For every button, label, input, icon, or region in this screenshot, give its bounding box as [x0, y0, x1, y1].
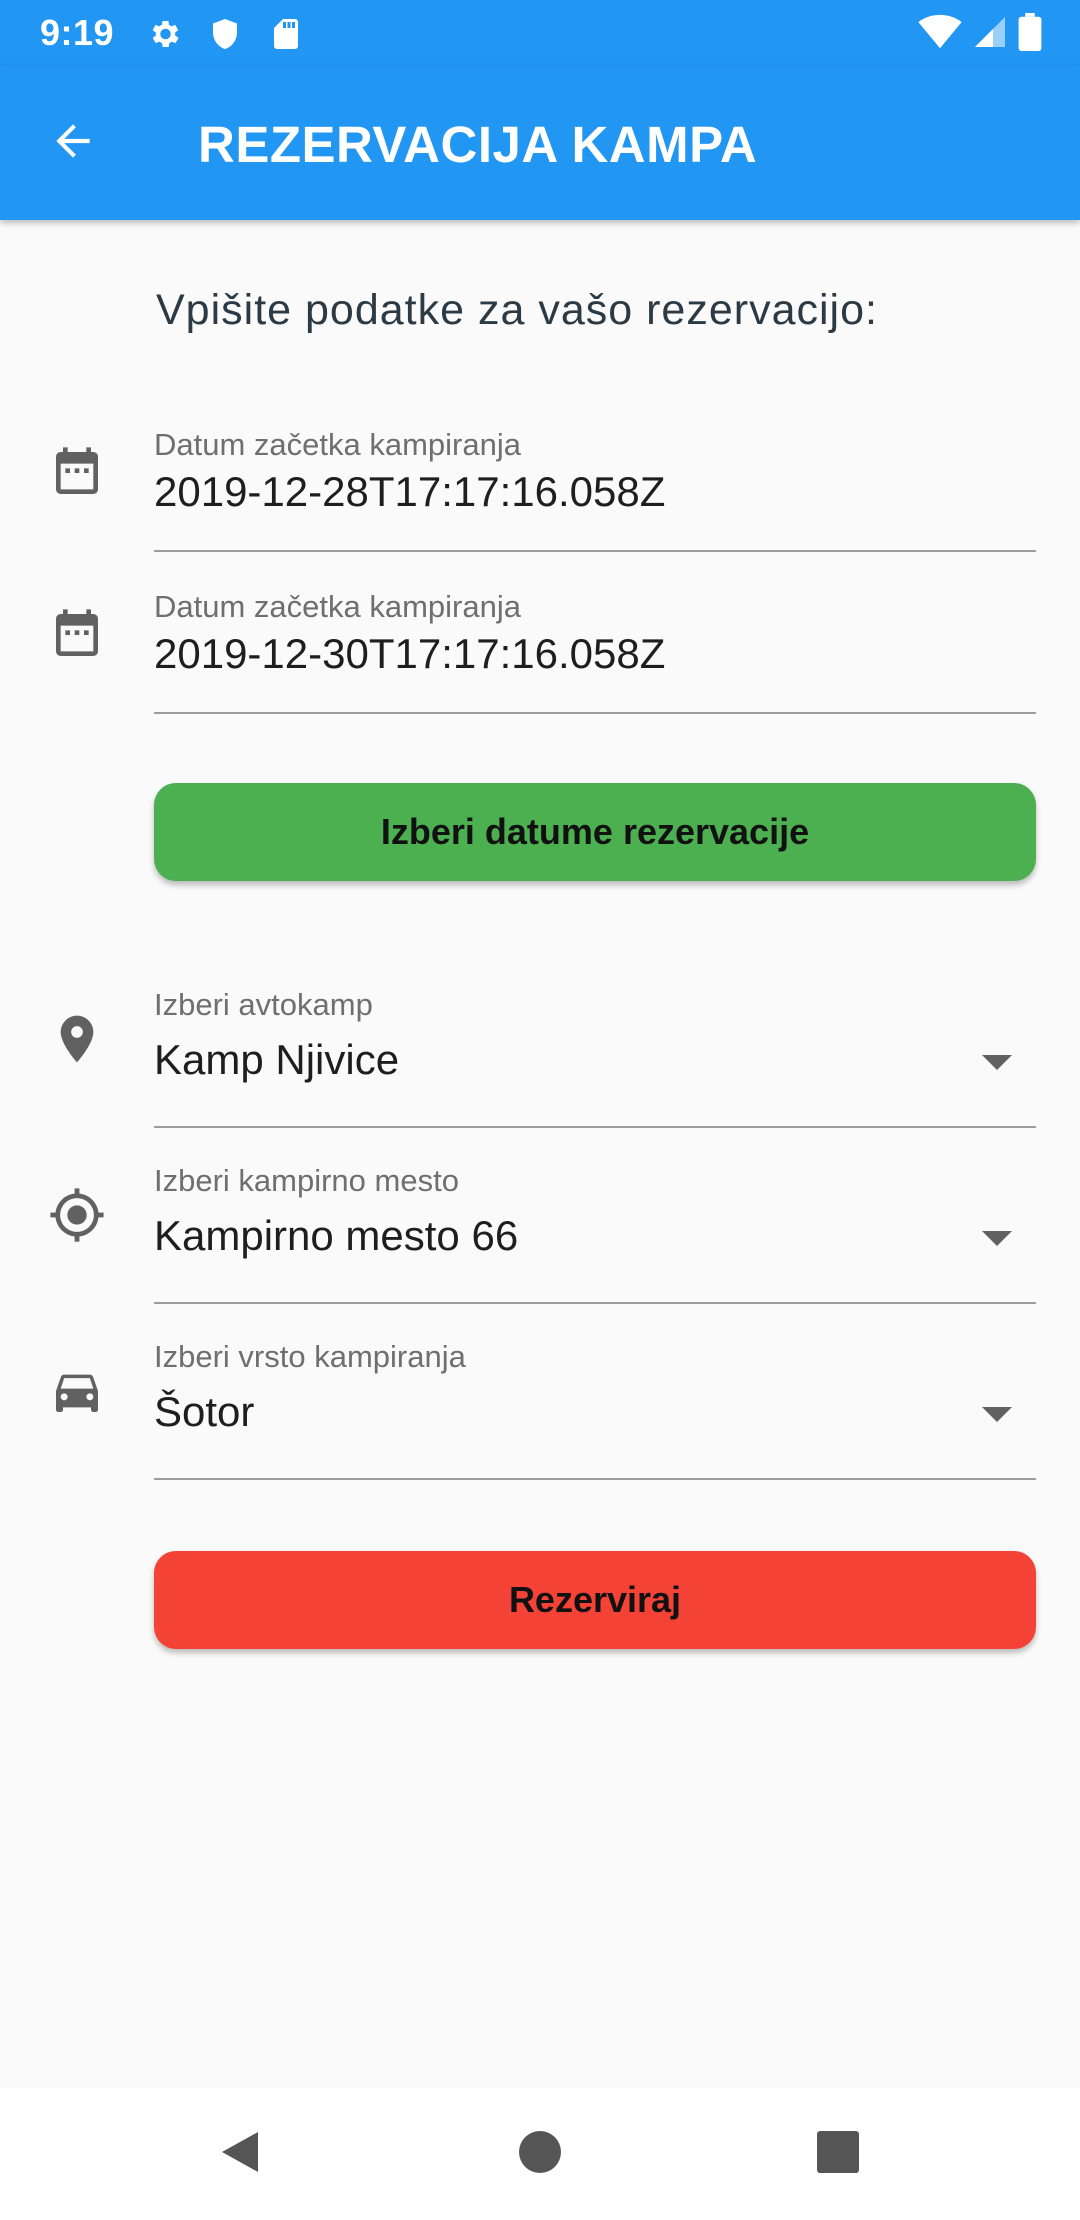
autocamp-value: Kamp Njivice	[154, 1036, 400, 1083]
form-intro: Vpišite podatke za vašo rezervacijo:	[156, 286, 878, 334]
nav-back-button[interactable]	[180, 2088, 300, 2220]
start-date-underline	[154, 550, 1036, 552]
start-date-label: Datum začetka kampiranja	[154, 427, 521, 462]
nav-home-button[interactable]	[480, 2088, 600, 2220]
camp-spot-value: Kampirno mesto 66	[154, 1212, 519, 1259]
settings-icon	[146, 16, 182, 52]
battery-icon	[1018, 12, 1042, 56]
status-bar: 9:19	[0, 0, 1080, 66]
wifi-icon	[918, 14, 962, 55]
camp-type-value: Šotor	[154, 1388, 255, 1435]
camp-spot-label: Izberi kampirno mesto	[154, 1163, 459, 1198]
pick-dates-button[interactable]: Izberi datume rezervacije	[154, 783, 1036, 881]
camp-type-underline	[154, 1478, 1036, 1480]
nav-recents-button[interactable]	[778, 2088, 898, 2220]
end-date-label: Datum začetka kampiranja	[154, 589, 521, 624]
system-nav-bar	[0, 2088, 1080, 2220]
chevron-down-icon[interactable]	[982, 1055, 1012, 1070]
signal-icon	[972, 14, 1008, 55]
autocamp-label: Izberi avtokamp	[154, 987, 373, 1022]
calendar-icon	[48, 444, 106, 502]
camp-type-label: Izberi vrsto kampiranja	[154, 1339, 466, 1374]
camp-spot-underline	[154, 1302, 1036, 1304]
gps-target-icon	[48, 1186, 106, 1244]
calendar-icon	[48, 606, 106, 664]
autocamp-underline	[154, 1126, 1036, 1128]
end-date-underline	[154, 712, 1036, 714]
end-date-value[interactable]: 2019-12-30T17:17:16.058Z	[154, 630, 665, 678]
chevron-down-icon[interactable]	[982, 1407, 1012, 1422]
reserve-button[interactable]: Rezerviraj	[154, 1551, 1036, 1649]
back-triangle-icon	[218, 2128, 262, 2181]
car-icon	[48, 1362, 106, 1420]
recents-square-icon	[817, 2130, 859, 2178]
page-title: REZERVACIJA KAMPA	[198, 116, 758, 173]
location-pin-icon	[48, 1010, 106, 1068]
status-time: 9:19	[40, 12, 115, 53]
arrow-back-icon	[48, 116, 98, 171]
start-date-value[interactable]: 2019-12-28T17:17:16.058Z	[154, 468, 665, 516]
app-bar: REZERVACIJA KAMPA	[0, 66, 1080, 220]
back-button[interactable]	[38, 108, 108, 178]
chevron-down-icon[interactable]	[982, 1231, 1012, 1246]
home-circle-icon	[519, 2130, 561, 2178]
shield-icon	[207, 16, 243, 52]
sd-card-icon	[268, 16, 304, 52]
